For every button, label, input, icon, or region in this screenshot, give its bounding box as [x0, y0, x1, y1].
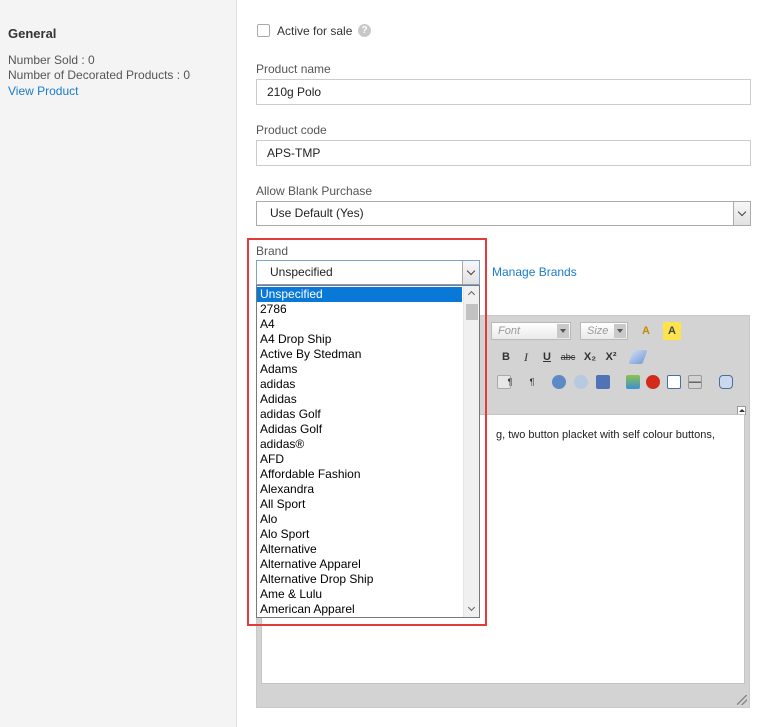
product-name-input[interactable]: 210g Polo — [256, 79, 751, 105]
table-icon[interactable] — [667, 375, 681, 389]
italic-button[interactable]: I — [517, 348, 535, 366]
allow-blank-label: Allow Blank Purchase — [256, 184, 373, 198]
text-color-button[interactable]: A — [637, 322, 655, 340]
allow-blank-value: Use Default (Yes) — [270, 206, 364, 220]
font-placeholder: Font — [498, 325, 521, 337]
rtl-icon[interactable]: ¶ — [523, 373, 541, 391]
decorated-products-count: Number of Decorated Products : 0 — [8, 68, 191, 82]
resize-handle-icon[interactable] — [737, 695, 747, 705]
special-char-icon[interactable] — [719, 375, 733, 389]
product-code-label: Product code — [256, 123, 327, 137]
font-combo[interactable]: Font — [491, 322, 571, 340]
active-for-sale-label: Active for sale — [277, 24, 353, 38]
chevron-down-icon — [614, 324, 626, 338]
bold-button[interactable]: B — [497, 348, 515, 366]
allow-blank-select[interactable]: Use Default (Yes) — [256, 201, 751, 226]
eraser-icon[interactable] — [628, 350, 648, 364]
link-icon[interactable] — [552, 375, 566, 389]
product-name-label: Product name — [256, 62, 331, 76]
chevron-down-icon — [733, 202, 750, 225]
image-icon[interactable] — [626, 375, 640, 389]
subscript-button[interactable]: X₂ — [581, 348, 599, 366]
size-placeholder: Size — [587, 325, 609, 337]
product-edit-screen: General Number Sold : 0 Number of Decora… — [0, 0, 770, 727]
manage-brands-link[interactable]: Manage Brands — [492, 265, 577, 279]
horizontal-rule-icon[interactable] — [688, 375, 702, 389]
view-product-link[interactable]: View Product — [8, 84, 78, 98]
flash-icon[interactable] — [646, 375, 660, 389]
help-icon[interactable]: ? — [358, 24, 371, 37]
superscript-button[interactable]: X² — [602, 348, 620, 366]
active-for-sale-checkbox[interactable] — [257, 24, 270, 37]
product-code-input[interactable]: APS-TMP — [256, 140, 751, 166]
size-combo[interactable]: Size — [580, 322, 628, 340]
description-text: g, two button placket with self colour b… — [496, 429, 715, 441]
underline-button[interactable]: U — [538, 348, 556, 366]
sidebar: General Number Sold : 0 Number of Decora… — [0, 0, 236, 727]
number-sold: Number Sold : 0 — [8, 53, 95, 67]
anchor-flag-icon[interactable] — [596, 375, 610, 389]
unlink-icon[interactable] — [574, 375, 588, 389]
chevron-down-icon — [557, 324, 569, 338]
ltr-icon[interactable]: ¶ — [501, 373, 519, 391]
strike-button[interactable]: abc — [559, 348, 577, 366]
sidebar-title: General — [8, 26, 57, 41]
bg-color-button[interactable]: A — [663, 322, 681, 340]
highlight-box — [247, 238, 487, 626]
